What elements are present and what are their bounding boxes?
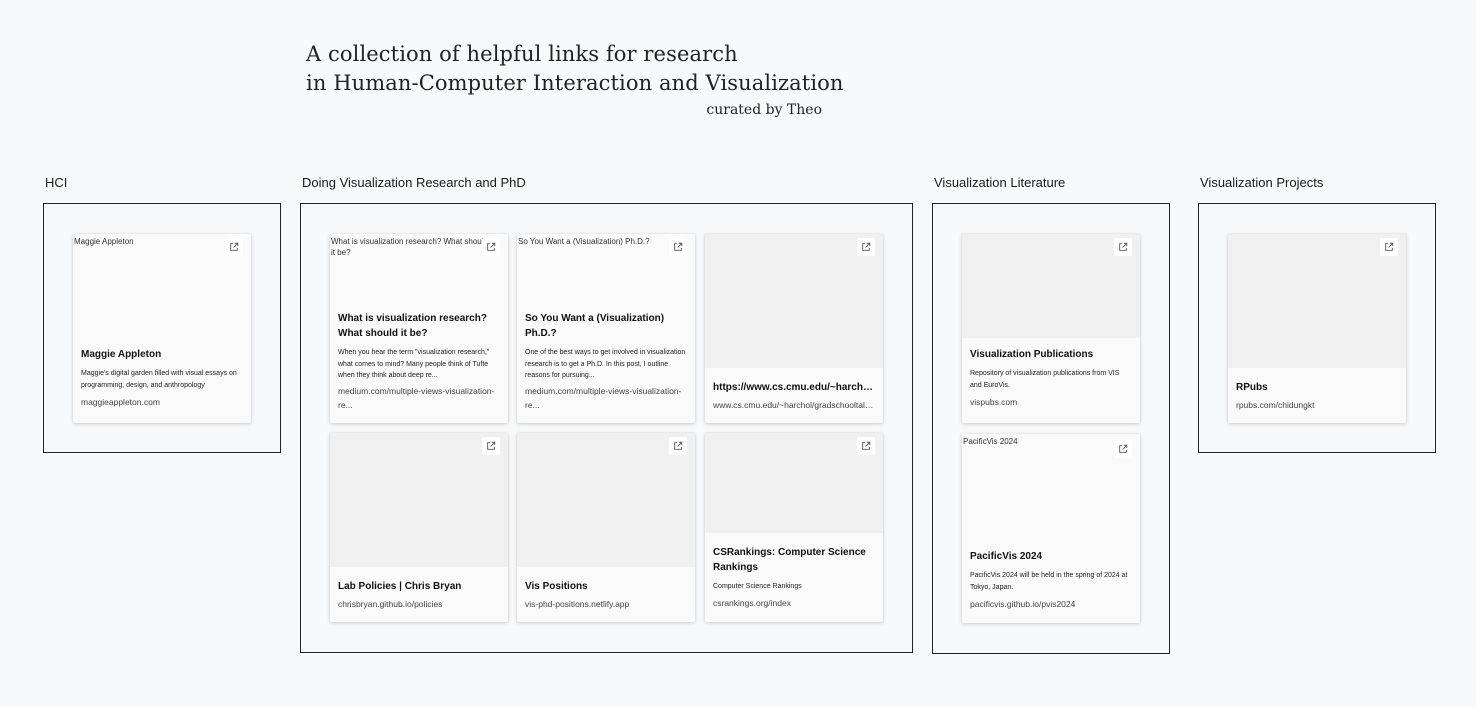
external-link-icon[interactable] <box>482 238 500 256</box>
card-thumbnail <box>517 433 695 567</box>
link-card-pacificvis-2024[interactable]: PacificVis 2024 PacificVis 2024 PacificV… <box>962 434 1140 623</box>
external-link-icon[interactable] <box>225 238 243 256</box>
card-thumbnail <box>705 234 883 368</box>
card-title: Vis Positions <box>525 581 588 592</box>
card-url[interactable]: medium.com/multiple-views-visualization-… <box>338 384 500 412</box>
card-thumbnail <box>1228 234 1406 368</box>
card-description: One of the best ways to get involved in … <box>525 349 686 379</box>
external-link-icon[interactable] <box>857 238 875 256</box>
link-card-maggie-appleton[interactable]: Maggie Appleton Maggie Appleton Maggie's… <box>73 234 251 423</box>
external-link-icon[interactable] <box>669 238 687 256</box>
card-title: https://www.cs.cmu.edu/~harchol/gradscho… <box>713 382 875 393</box>
curator-credit: curated by Theo <box>706 102 822 118</box>
card-thumbnail: Maggie Appleton <box>73 234 251 338</box>
broken-image-alt: So You Want a (Visualization) Ph.D.? <box>518 237 650 246</box>
card-url[interactable]: pacificvis.github.io/pvis2024 <box>970 597 1132 611</box>
section-title-hci: HCI <box>45 175 68 190</box>
link-card-lab-policies[interactable]: Lab Policies | Chris Bryan chrisbryan.gi… <box>330 433 508 622</box>
card-title: CSRankings: Computer Science Rankings <box>713 547 866 573</box>
link-card-vis-positions[interactable]: Vis Positions vis-phd-positions.netlify.… <box>517 433 695 622</box>
broken-image-alt: What is visualization research? What sho… <box>331 237 488 257</box>
card-thumbnail <box>330 433 508 567</box>
card-title: PacificVis 2024 <box>970 551 1043 562</box>
card-title: So You Want a (Visualization) Ph.D.? <box>525 313 665 339</box>
link-card-vispubs[interactable]: Visualization Publications Repository of… <box>962 234 1140 423</box>
external-link-icon[interactable] <box>482 437 500 455</box>
card-title: RPubs <box>1236 382 1268 393</box>
card-url[interactable]: rpubs.com/chidungkt <box>1236 398 1398 412</box>
page-title-line-2: in Human-Computer Interaction and Visual… <box>306 71 844 95</box>
card-thumbnail <box>962 234 1140 338</box>
external-link-icon[interactable] <box>1114 238 1132 256</box>
card-title: What is visualization research? What sho… <box>338 313 487 339</box>
link-card-cmu-gradschool-talk[interactable]: https://www.cs.cmu.edu/~harchol/gradscho… <box>705 234 883 423</box>
card-thumbnail: So You Want a (Visualization) Ph.D.? <box>517 234 695 302</box>
page-header: A collection of helpful links for resear… <box>306 40 844 118</box>
card-url[interactable]: maggieappleton.com <box>81 395 243 409</box>
section-title-literature: Visualization Literature <box>934 175 1066 190</box>
card-thumbnail <box>705 433 883 533</box>
broken-image-alt: Maggie Appleton <box>74 237 134 246</box>
link-card-rpubs[interactable]: RPubs rpubs.com/chidungkt <box>1228 234 1406 423</box>
external-link-icon[interactable] <box>1380 238 1398 256</box>
link-card-csrankings[interactable]: CSRankings: Computer Science Rankings Co… <box>705 433 883 622</box>
external-link-icon[interactable] <box>669 437 687 455</box>
card-url[interactable]: www.cs.cmu.edu/~harchol/gradschooltalk.p… <box>713 398 875 412</box>
link-card-so-you-want-a-phd[interactable]: So You Want a (Visualization) Ph.D.? So … <box>517 234 695 423</box>
section-title-projects: Visualization Projects <box>1200 175 1324 190</box>
card-url[interactable]: vispubs.com <box>970 395 1132 409</box>
card-description: When you hear the term "visualization re… <box>338 349 490 379</box>
card-url[interactable]: vis-phd-positions.netlify.app <box>525 597 687 611</box>
section-title-phd: Doing Visualization Research and PhD <box>302 175 526 190</box>
card-thumbnail: What is visualization research? What sho… <box>330 234 508 302</box>
card-thumbnail: PacificVis 2024 <box>962 434 1140 538</box>
card-url[interactable]: chrisbryan.github.io/policies <box>338 597 500 611</box>
card-title: Visualization Publications <box>970 349 1094 360</box>
card-url[interactable]: csrankings.org/index <box>713 596 875 610</box>
card-description: PacificVis 2024 will be held in the spri… <box>970 572 1128 591</box>
card-description: Maggie's digital garden filled with visu… <box>81 370 237 389</box>
external-link-icon[interactable] <box>857 437 875 455</box>
broken-image-alt: PacificVis 2024 <box>963 437 1018 446</box>
page-title-line-1: A collection of helpful links for resear… <box>306 42 738 66</box>
card-title: Maggie Appleton <box>81 349 162 360</box>
external-link-icon[interactable] <box>1114 440 1132 458</box>
card-url[interactable]: medium.com/multiple-views-visualization-… <box>525 384 687 412</box>
card-description: Repository of visualization publications… <box>970 370 1120 389</box>
card-title: Lab Policies | Chris Bryan <box>338 581 462 592</box>
link-card-what-is-vis-research[interactable]: What is visualization research? What sho… <box>330 234 508 423</box>
card-description: Computer Science Rankings <box>713 583 802 590</box>
